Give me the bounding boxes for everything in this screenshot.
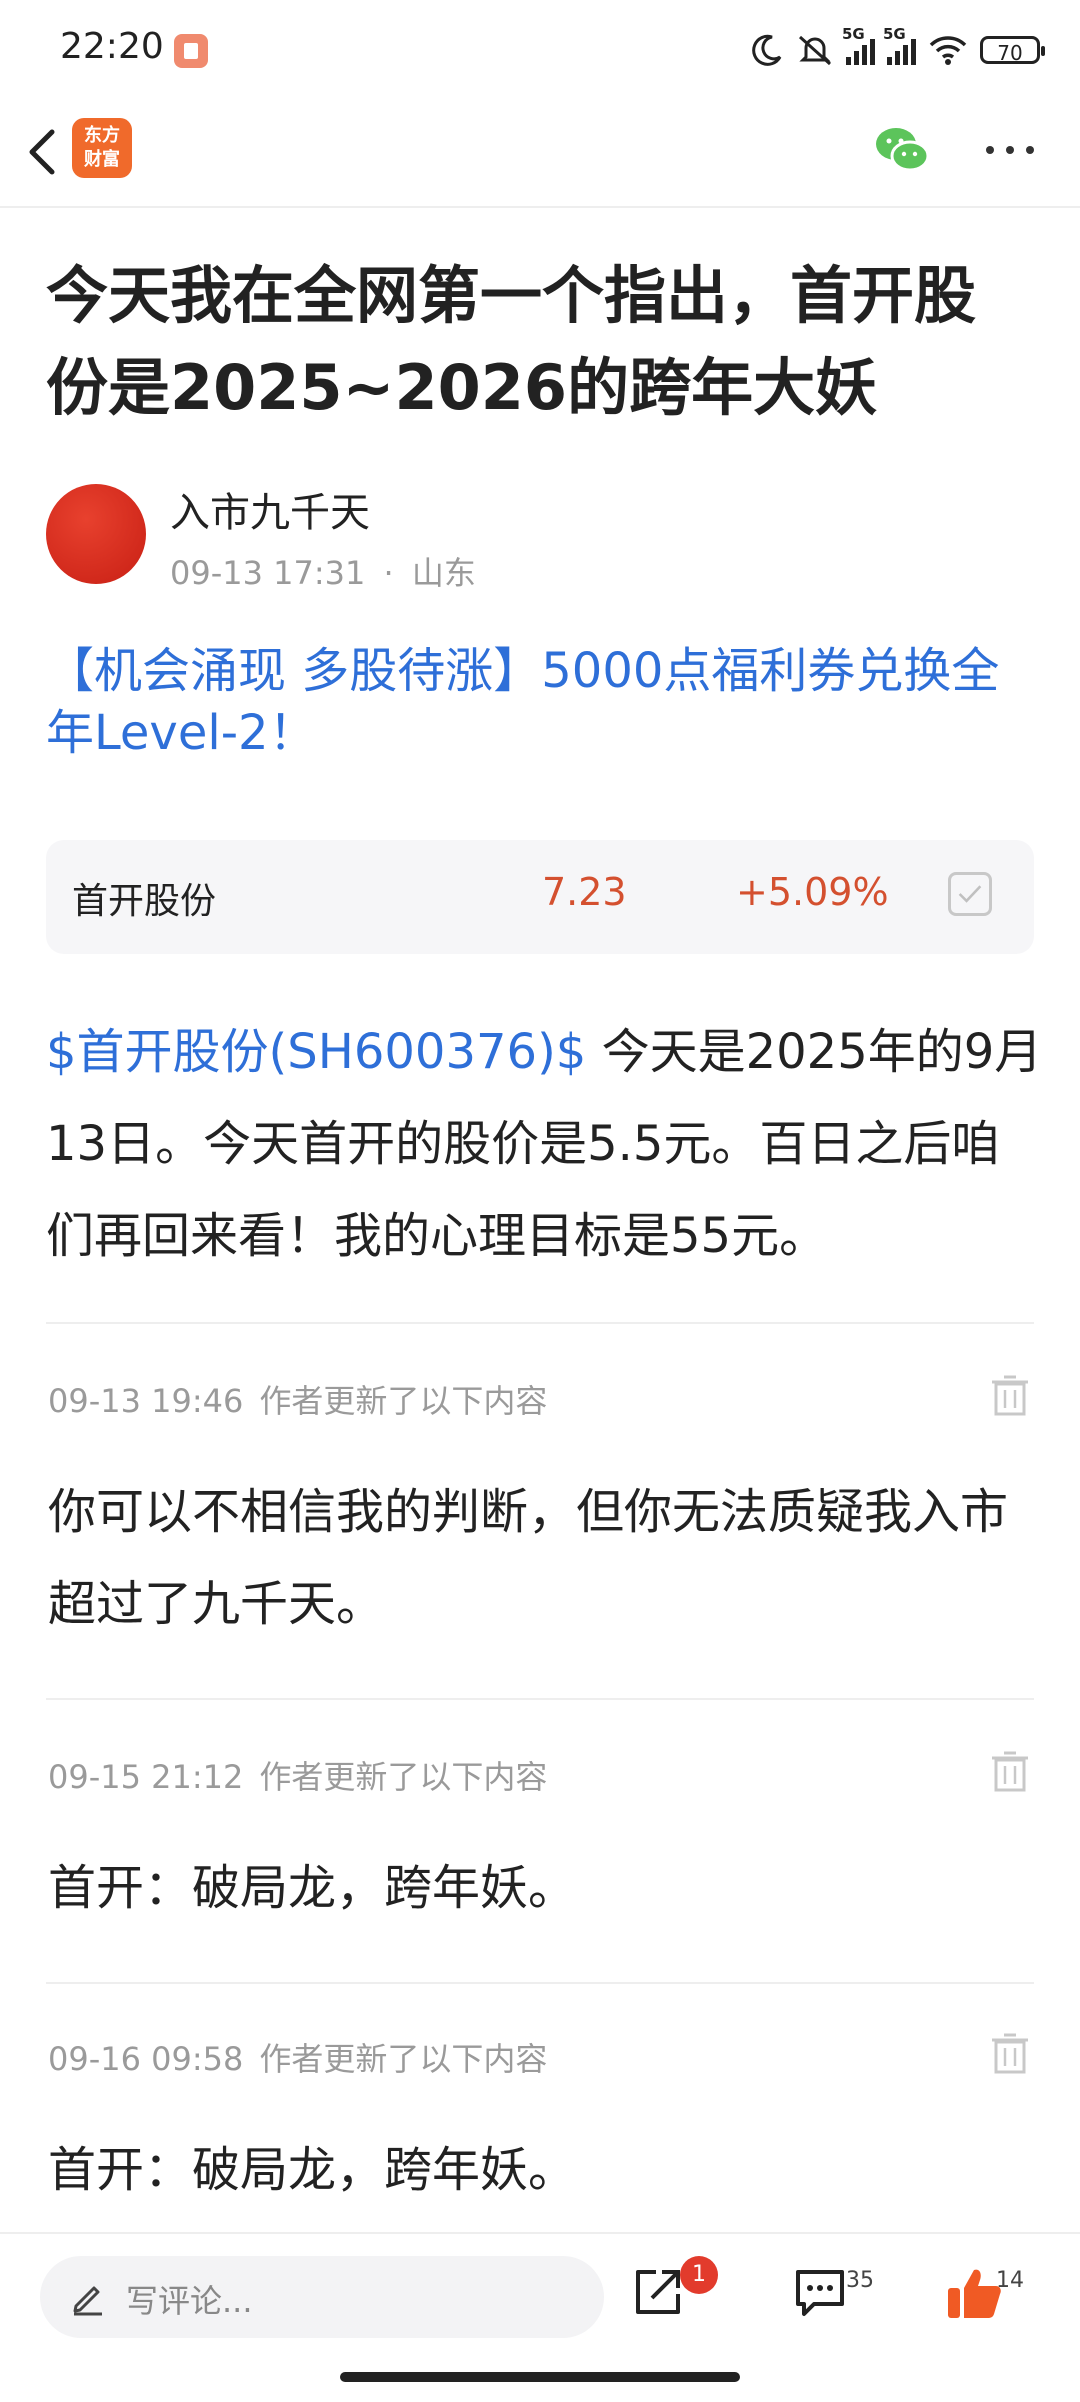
signal-5g-icon-2: 5G <box>883 25 916 65</box>
update-label: 作者更新了以下内容 <box>259 2040 548 2078</box>
signal-5g-icon-1: 5G <box>842 25 875 65</box>
notification-app-icon <box>174 34 208 68</box>
trash-icon[interactable] <box>990 1750 1030 1794</box>
moon-icon <box>752 34 782 66</box>
meta-separator: · <box>383 554 394 592</box>
comments-count: 35 <box>846 2268 874 2293</box>
comment-input[interactable]: 写评论... <box>40 2256 604 2338</box>
bottom-action-bar: 写评论... 1 35 14 <box>0 2232 1080 2402</box>
author-avatar[interactable] <box>46 484 146 584</box>
update-time: 09-13 19:46 <box>48 1382 244 1420</box>
stock-tag-link[interactable]: $首开股份(SH600376)$ <box>46 1024 586 1080</box>
trash-icon[interactable] <box>990 2032 1030 2076</box>
stock-quote-card[interactable]: 首开股份 7.23 +5.09% <box>46 840 1034 954</box>
wifi-icon <box>929 36 967 65</box>
update-meta: 09-13 19:46 作者更新了以下内容 <box>48 1376 547 1422</box>
comment-placeholder: 写评论... <box>126 2282 253 2320</box>
divider <box>46 1982 1034 1984</box>
status-icons: 5G 5G 70 <box>750 25 1045 70</box>
wechat-share-icon[interactable] <box>872 120 932 180</box>
post-date: 09-13 17:31 <box>170 554 366 592</box>
pencil-icon <box>73 2286 102 2316</box>
divider <box>46 1698 1034 1700</box>
nav-bar: 东方 财富 <box>0 100 1080 208</box>
share-badge: 1 <box>680 2256 718 2294</box>
article-title: 今天我在全网第一个指出，首开股份是2025~2026的跨年大妖 <box>46 259 977 424</box>
likes-count: 14 <box>996 2268 1024 2293</box>
battery-icon: 70 <box>980 36 1045 65</box>
author-name[interactable]: 入市九千天 <box>170 480 370 538</box>
update-label: 作者更新了以下内容 <box>259 1382 548 1420</box>
update-text: 你可以不相信我的判断，但你无法质疑我入市超过了九千天。 <box>48 1484 1009 1632</box>
stock-change: +5.09% <box>736 870 889 914</box>
update-label: 作者更新了以下内容 <box>259 1758 548 1796</box>
thumbs-up-icon[interactable] <box>944 2264 1004 2322</box>
post-body: $首开股份(SH600376)$ 今天是2025年的9月13日。今天首开的股价是… <box>46 1006 1046 1282</box>
promo-link[interactable]: 【机会涌现 多股待涨】5000点福利券兑换全年Level-2！ <box>46 640 1036 764</box>
update-time: 09-15 21:12 <box>48 1758 244 1796</box>
update-text: 首开：破局龙，跨年妖。 <box>48 1860 577 1916</box>
home-indicator[interactable] <box>340 2372 740 2382</box>
mute-bell-icon <box>798 35 832 66</box>
update-text: 首开：破局龙，跨年妖。 <box>48 2142 577 2198</box>
post-meta: 09-13 17:31 · 山东 <box>170 548 476 594</box>
comment-bubble-icon[interactable] <box>792 2266 848 2318</box>
update-meta: 09-16 09:58 作者更新了以下内容 <box>48 2034 547 2080</box>
add-watchlist-check-icon[interactable] <box>948 872 992 916</box>
share-icon[interactable] <box>630 2264 686 2320</box>
status-time: 22:20 <box>60 26 164 67</box>
stock-name: 首开股份 <box>72 881 217 922</box>
update-meta: 09-15 21:12 作者更新了以下内容 <box>48 1752 547 1798</box>
update-time: 09-16 09:58 <box>48 2040 244 2078</box>
app-logo[interactable]: 东方 财富 <box>72 118 132 178</box>
trash-icon[interactable] <box>990 1374 1030 1418</box>
stock-price: 7.23 <box>542 870 627 914</box>
post-location: 山东 <box>411 554 476 592</box>
back-arrow-icon[interactable] <box>22 124 72 180</box>
divider <box>46 1322 1034 1324</box>
status-bar: 22:20 5G 5G 70 <box>0 0 1080 100</box>
more-options-icon[interactable] <box>980 130 1040 170</box>
